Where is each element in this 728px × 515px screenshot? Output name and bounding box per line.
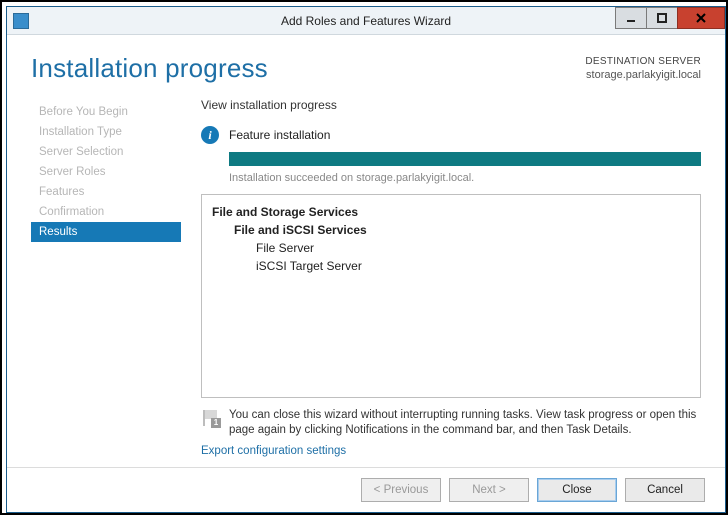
- page-title: Installation progress: [31, 53, 268, 84]
- sidebar-item-installation-type: Installation Type: [31, 122, 181, 142]
- flag-icon: 1: [201, 410, 219, 426]
- minimize-button[interactable]: [615, 7, 647, 29]
- sidebar-item-features: Features: [31, 182, 181, 202]
- title-bar: Add Roles and Features Wizard: [7, 7, 725, 35]
- maximize-button[interactable]: [646, 7, 678, 29]
- previous-button: < Previous: [361, 478, 441, 502]
- body: Before You Begin Installation Type Serve…: [7, 88, 725, 467]
- wizard-window: Add Roles and Features Wizard Installati…: [6, 6, 726, 513]
- result-item: File and iSCSI Services: [212, 221, 690, 239]
- result-item: File and Storage Services: [212, 203, 690, 221]
- note-row: 1 You can close this wizard without inte…: [201, 398, 701, 439]
- info-icon: i: [201, 126, 219, 144]
- result-item: File Server: [212, 239, 690, 257]
- next-button: Next >: [449, 478, 529, 502]
- sidebar-item-server-roles: Server Roles: [31, 162, 181, 182]
- sidebar-item-before-you-begin: Before You Begin: [31, 102, 181, 122]
- wizard-steps-sidebar: Before You Begin Installation Type Serve…: [31, 98, 181, 467]
- results-box: File and Storage Services File and iSCSI…: [201, 194, 701, 398]
- window-controls: [615, 7, 725, 34]
- destination-label: DESTINATION SERVER: [585, 55, 701, 68]
- progress-caption: Installation succeeded on storage.parlak…: [229, 172, 701, 184]
- progress-bar: [229, 152, 701, 166]
- sidebar-item-confirmation: Confirmation: [31, 202, 181, 222]
- progress-fill: [229, 152, 701, 166]
- cancel-button[interactable]: Cancel: [625, 478, 705, 502]
- sidebar-item-server-selection: Server Selection: [31, 142, 181, 162]
- page-header: Installation progress DESTINATION SERVER…: [7, 35, 725, 88]
- destination-server-box: DESTINATION SERVER storage.parlakyigit.l…: [585, 53, 701, 82]
- progress-area: Installation succeeded on storage.parlak…: [201, 152, 701, 184]
- main-content: View installation progress i Feature ins…: [181, 98, 701, 467]
- status-row: i Feature installation: [201, 126, 701, 144]
- sidebar-item-results[interactable]: Results: [31, 222, 181, 242]
- result-item: iSCSI Target Server: [212, 257, 690, 275]
- destination-value: storage.parlakyigit.local: [585, 68, 701, 82]
- close-button[interactable]: Close: [537, 478, 617, 502]
- app-icon: [13, 13, 29, 29]
- note-text: You can close this wizard without interr…: [229, 408, 701, 439]
- close-window-button[interactable]: [677, 7, 725, 29]
- section-title: View installation progress: [201, 98, 701, 112]
- wizard-footer: < Previous Next > Close Cancel: [7, 467, 725, 512]
- export-configuration-link[interactable]: Export configuration settings: [201, 439, 701, 467]
- status-text: Feature installation: [229, 128, 330, 142]
